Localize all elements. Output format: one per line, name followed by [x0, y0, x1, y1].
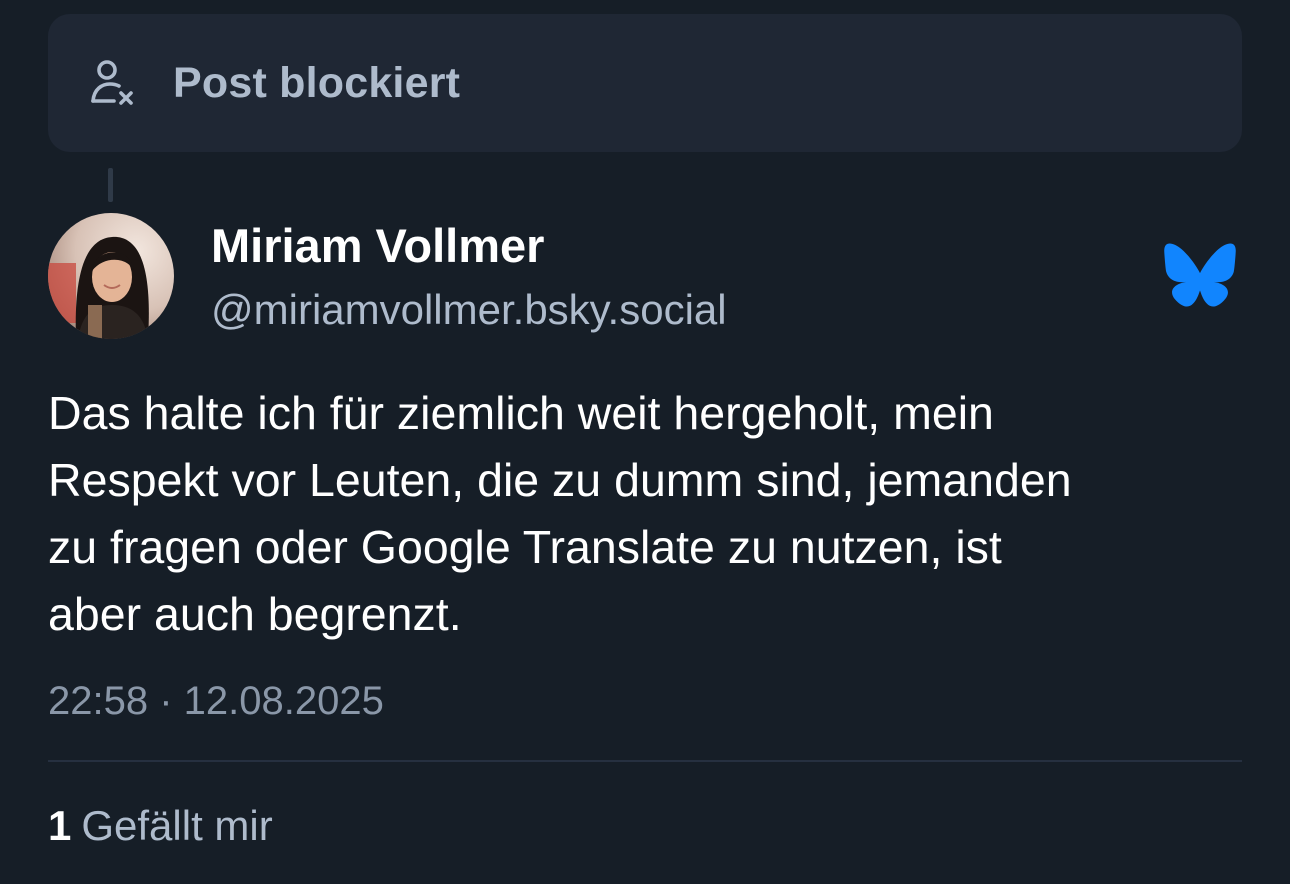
person-blocked-icon: [88, 57, 136, 109]
bluesky-butterfly-icon: [1163, 242, 1237, 308]
post-timestamp: 22:58 · 12.08.2025: [48, 679, 384, 723]
likes-label: Gefällt mir: [81, 802, 273, 849]
blocked-post-label: Post blockiert: [173, 58, 461, 107]
post-text-line: Das halte ich für ziemlich weit hergehol…: [48, 387, 994, 439]
post-text-line: zu fragen oder Google Translate zu nutze…: [48, 521, 1002, 573]
post-text-line: Respekt vor Leuten, die zu dumm sind, je…: [48, 454, 1072, 506]
author-handle[interactable]: @miriamvollmer.bsky.social: [211, 286, 727, 334]
avatar[interactable]: [48, 213, 174, 339]
likes-count: 1: [48, 802, 72, 849]
thread-connector-line: [108, 168, 113, 202]
post-text-line: aber auch begrenzt.: [48, 588, 462, 640]
divider: [48, 760, 1242, 762]
post-thread-view: Post blockiert Miriam Vollmer @miriamvol…: [0, 0, 1290, 884]
author-name[interactable]: Miriam Vollmer: [211, 218, 544, 273]
post-text: Das halte ich für ziemlich weit hergehol…: [48, 380, 1248, 648]
blocked-post-notice[interactable]: Post blockiert: [48, 14, 1242, 152]
likes-summary[interactable]: 1 Gefällt mir: [48, 802, 273, 850]
